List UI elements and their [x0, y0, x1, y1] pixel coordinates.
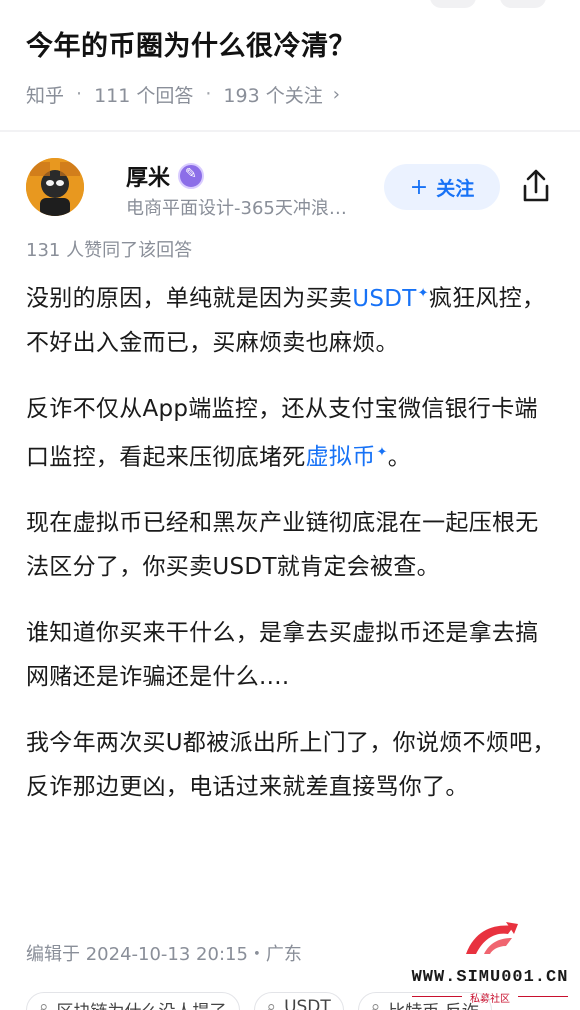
- question-title[interactable]: 今年的币圈为什么很冷清？: [26, 22, 554, 72]
- follow-button[interactable]: + 关注: [384, 164, 500, 210]
- share-icon[interactable]: [516, 166, 556, 206]
- tag-label: USDT: [284, 997, 331, 1010]
- watermark-url: WWW.SIMU001.CN: [411, 968, 569, 987]
- sparkle-icon: ✦: [376, 444, 388, 460]
- top-bar-button-stub: [430, 0, 476, 8]
- related-tag[interactable]: ⌕ 区块链为什么没人提了: [26, 992, 240, 1010]
- watermark-logo-icon: [466, 922, 518, 954]
- author-description: 电商平面设计-365天冲浪…: [126, 198, 347, 219]
- answer-count: 111 个回答: [94, 84, 194, 107]
- search-icon: ⌕: [370, 997, 381, 1010]
- author-name[interactable]: 厚米: [126, 160, 205, 192]
- search-icon: ⌕: [266, 997, 277, 1010]
- keyword-link-text: 虚拟币: [305, 444, 376, 471]
- keyword-link-virtual-coin[interactable]: 虚拟币✦: [306, 444, 388, 470]
- answer-paragraph: 没别的原因，单纯就是因为买卖USDT✦疯狂风控，不好出入金而已，买麻烦卖也麻烦。: [26, 272, 556, 365]
- keyword-link-text: USDT: [352, 285, 417, 312]
- top-bar-button-stub: [500, 0, 546, 8]
- keyword-link-usdt[interactable]: USDT✦: [352, 286, 429, 312]
- paragraph-text: 。: [387, 444, 412, 471]
- answer-paragraph: 现在虚拟币已经和黑灰产业链彻底混在一起压根无法区分了，你买卖USDT就肯定会被查…: [26, 510, 539, 581]
- paragraph-text: 反诈不仅从App端监控，还从支付宝微信银行卡端口监控，看起来压彻底堵死: [26, 395, 538, 471]
- edit-timestamp: 编辑于 2024-10-13 20:15・广东: [26, 944, 302, 965]
- answer-paragraph: 我今年两次买U都被派出所上门了，你说烦不烦吧，反诈那边更凶，电话过来就差直接骂你…: [26, 730, 556, 801]
- answer-paragraph: 谁知道你买来干什么，是拿去买虚拟币还是拿去搞网赌还是诈骗还是什么....: [26, 620, 539, 691]
- creator-badge-icon: [178, 163, 205, 189]
- separator-dot: ·: [76, 83, 83, 105]
- avatar[interactable]: [26, 158, 84, 216]
- related-tag[interactable]: ⌕ 比特币 反诈: [357, 992, 492, 1010]
- separator-dot: ·: [205, 83, 212, 105]
- sparkle-icon: ✦: [417, 286, 429, 301]
- search-icon: ⌕: [39, 997, 49, 1010]
- related-tags: ⌕ 区块链为什么没人提了 ⌕ USDT ⌕ 比特币 反诈: [26, 992, 492, 1010]
- section-divider: [0, 130, 580, 132]
- follower-count: 193 个关注: [223, 84, 323, 107]
- question-header: 今年的币圈为什么很冷清？ 知乎 · 111 个回答 · 193 个关注 ›: [26, 22, 554, 110]
- author-name-text: 厚米: [126, 166, 171, 191]
- question-meta[interactable]: 知乎 · 111 个回答 · 193 个关注 ›: [26, 78, 554, 110]
- related-tag[interactable]: ⌕ USDT: [253, 992, 344, 1010]
- follow-label: 关注: [436, 177, 475, 200]
- chevron-right-icon: ›: [332, 83, 340, 105]
- tag-label: 比特币 反诈: [388, 997, 478, 1010]
- answer-content: 没别的原因，单纯就是因为买卖USDT✦疯狂风控，不好出入金而已，买麻烦卖也麻烦。…: [26, 272, 556, 831]
- tag-label: 区块链为什么没人提了: [57, 997, 227, 1010]
- upvote-count: 131 人赞同了该回答: [26, 240, 193, 261]
- paragraph-text: 没别的原因，单纯就是因为买卖: [26, 285, 353, 312]
- question-source: 知乎: [26, 84, 65, 107]
- plus-icon: +: [409, 174, 429, 200]
- answer-paragraph: 反诈不仅从App端监控，还从支付宝微信银行卡端口监控，看起来压彻底堵死虚拟币✦。: [26, 387, 556, 480]
- author-row: 厚米 电商平面设计-365天冲浪… + 关注: [26, 158, 556, 219]
- avatar-image: [26, 158, 84, 216]
